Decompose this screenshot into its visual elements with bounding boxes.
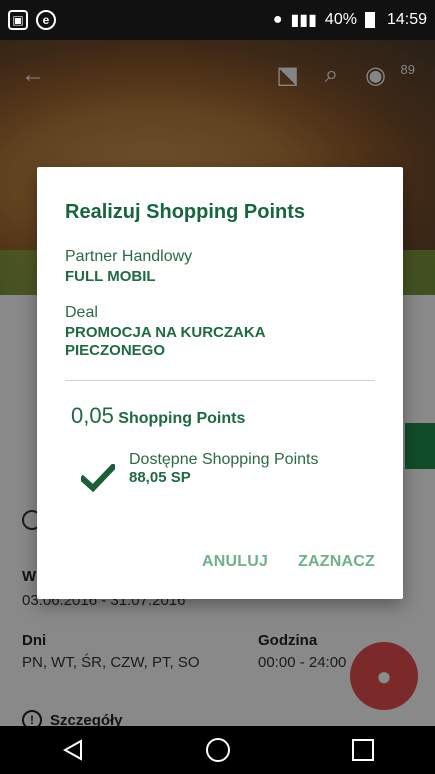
dialog-title: Realizuj Shopping Points (65, 201, 305, 223)
deal-value-line1: PROMOCJA NA KURCZAKA (65, 324, 266, 341)
points-amount: 0,05 (71, 403, 114, 428)
points-amount-unit: Shopping Points (118, 410, 246, 427)
deal-value-line2: PIECZONEGO (65, 342, 166, 359)
home-nav-icon[interactable] (198, 735, 238, 765)
dialog-divider (65, 380, 375, 381)
partner-label: Partner Handlowy (65, 248, 193, 265)
e-app-notification-icon: e (36, 10, 56, 30)
cancel-button[interactable]: ANULUJ (202, 553, 268, 571)
dialog-actions: ANULUJ ZAZNACZ (37, 553, 403, 571)
battery-icon (364, 12, 375, 28)
redeem-dialog: Realizuj Shopping Points Partner Handlow… (37, 167, 403, 599)
location-icon: ● (272, 11, 283, 28)
confirm-button[interactable]: ZAZNACZ (298, 553, 375, 571)
partner-value: FULL MOBIL (65, 268, 156, 285)
recents-nav-icon[interactable] (343, 735, 383, 765)
system-navigation-bar (0, 726, 435, 774)
checkmark-icon[interactable] (79, 459, 117, 497)
back-nav-icon[interactable] (53, 735, 93, 765)
gallery-notification-icon: ▣ (8, 10, 28, 30)
available-points-value: 88,05 SP (129, 469, 191, 486)
signal-icon: ▮▮▮ (290, 12, 317, 29)
available-points-label: Dostępne Shopping Points (129, 451, 319, 468)
clock-time: 14:59 (386, 11, 427, 28)
status-bar: ▣ e ● ▮▮▮ 40% 14:59 (0, 0, 435, 40)
deal-label: Deal (65, 304, 98, 321)
battery-percent: 40% (324, 11, 357, 28)
